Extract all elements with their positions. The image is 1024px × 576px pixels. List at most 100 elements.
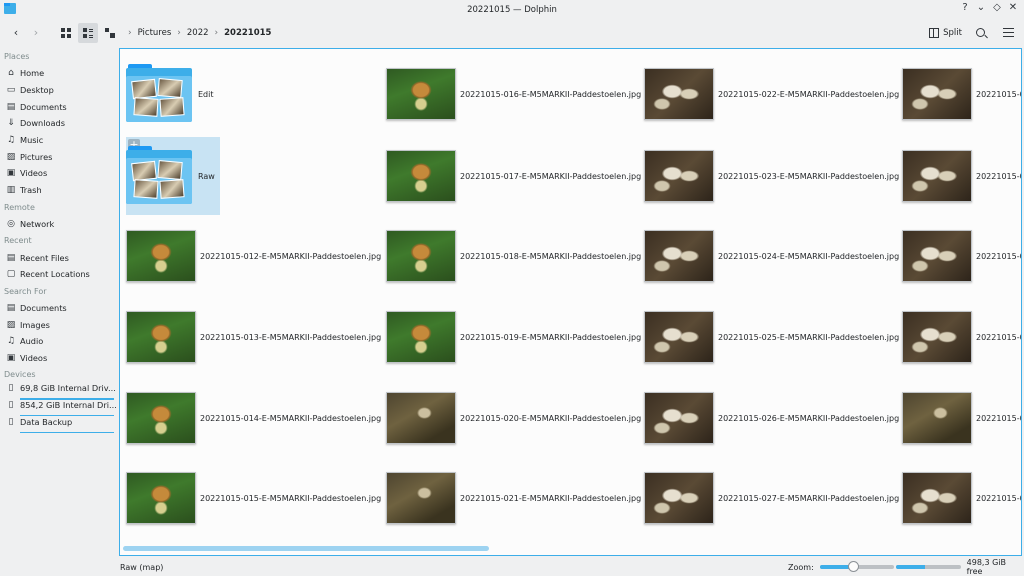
- recent-files-icon: ▤: [6, 252, 16, 263]
- file-item[interactable]: 20221015-019-E-M5MARKII-Paddestoelen.jpg: [386, 298, 641, 376]
- file-item[interactable]: 20221015-022-E-M5MARKII-Paddestoelen.jpg: [644, 55, 899, 133]
- file-item[interactable]: 20221015-0: [902, 298, 1021, 376]
- breadcrumb-pictures[interactable]: Pictures: [138, 28, 172, 38]
- image-thumbnail: [126, 392, 196, 444]
- file-name: 20221015-024-E-M5MARKII-Paddestoelen.jpg: [718, 251, 900, 261]
- file-name: Edit: [198, 89, 214, 99]
- file-item[interactable]: 20221015-025-E-M5MARKII-Paddestoelen.jpg: [644, 298, 899, 376]
- icons-view-icon: [61, 27, 71, 38]
- breadcrumb-2022[interactable]: 2022: [187, 28, 209, 38]
- file-item[interactable]: 20221015-0: [902, 459, 1022, 537]
- file-item[interactable]: 20221015-016-E-M5MARKII-Paddestoelen.jpg: [386, 55, 641, 133]
- file-name: 20221015-018-E-M5MARKII-Paddestoelen.jpg: [460, 251, 642, 261]
- file-name: 20221015-016-E-M5MARKII-Paddestoelen.jpg: [460, 89, 642, 99]
- zoom-label: Zoom:: [788, 562, 814, 572]
- search-documents-icon: ▤: [6, 302, 16, 313]
- file-item[interactable]: 20221015-020-E-M5MARKII-Paddestoelen.jpg: [386, 379, 641, 457]
- file-item[interactable]: 20221015-026-E-M5MARKII-Paddestoelen.jpg: [644, 379, 899, 457]
- menu-button[interactable]: [998, 23, 1018, 43]
- sidebar-item-music[interactable]: ♫ Music: [0, 132, 118, 149]
- device-row: ▯ Data Backup: [6, 416, 73, 427]
- hamburger-menu-icon: [1002, 28, 1014, 37]
- zoom-slider[interactable]: [819, 561, 894, 572]
- icons-view-button[interactable]: [56, 23, 76, 43]
- file-item[interactable]: 20221015-0: [902, 379, 1021, 457]
- sidebar-item-images[interactable]: ▨ Images: [0, 316, 118, 333]
- status-bar: Raw (map) Zoom: 498,3 GiB free: [0, 558, 1024, 576]
- file-name: 20221015-0: [976, 89, 1022, 99]
- drive-icon: ▯: [8, 416, 14, 427]
- file-item[interactable]: 20221015-013-E-M5MARKII-Paddestoelen.jpg: [126, 298, 381, 376]
- sidebar-item-69-8-gib-internal-driv[interactable]: ▯ 69,8 GiB Internal Driv...: [0, 383, 118, 400]
- image-thumbnail: [644, 311, 714, 363]
- image-thumbnail: [902, 230, 972, 282]
- sidebar-item-documents[interactable]: ▤ Documents: [0, 300, 118, 317]
- forward-icon: ›: [33, 26, 39, 39]
- sidebar-item-label: Trash: [20, 185, 42, 196]
- compact-view-button[interactable]: [78, 22, 98, 43]
- sidebar-item-downloads[interactable]: ⇓ Downloads: [0, 115, 118, 132]
- search-button[interactable]: [970, 23, 990, 43]
- home-icon: ⌂: [8, 68, 14, 79]
- sidebar-item-videos[interactable]: ▣ Videos: [0, 350, 118, 367]
- sidebar-item-network[interactable]: ◎ Network: [0, 216, 118, 233]
- search-audio-icon: ♫: [6, 336, 16, 347]
- file-name: 20221015-025-E-M5MARKII-Paddestoelen.jpg: [718, 332, 900, 342]
- image-thumbnail: [386, 311, 456, 363]
- file-name: 20221015-015-E-M5MARKII-Paddestoelen.jpg: [200, 493, 382, 503]
- sidebar-item-audio[interactable]: ♫ Audio: [0, 333, 118, 350]
- search-icon: [975, 28, 985, 37]
- file-name: 20221015-0: [976, 493, 1022, 503]
- sidebar-item-label: Downloads: [20, 118, 65, 129]
- downloads-icon: ⇓: [7, 118, 15, 129]
- breadcrumb-current[interactable]: 20221015: [224, 28, 271, 38]
- free-space-bar: [896, 565, 961, 569]
- sidebar-item-854-2-gib-internal-dri[interactable]: ▯ 854,2 GiB Internal Dri...: [0, 400, 118, 417]
- file-item[interactable]: 20221015-021-E-M5MARKII-Paddestoelen.jpg: [386, 459, 641, 537]
- folder-item[interactable]: + Raw: [126, 137, 220, 215]
- image-thumbnail: [386, 68, 456, 120]
- file-name: 20221015-021-E-M5MARKII-Paddestoelen.jpg: [460, 493, 642, 503]
- file-item[interactable]: 20221015-024-E-M5MARKII-Paddestoelen.jpg: [644, 217, 899, 295]
- free-space-indicator: 498,3 GiB free: [896, 558, 1024, 576]
- back-button[interactable]: ‹: [6, 23, 26, 43]
- forward-button[interactable]: ›: [26, 23, 46, 43]
- file-item[interactable]: 20221015-018-E-M5MARKII-Paddestoelen.jpg: [386, 217, 641, 295]
- sidebar-item-data-backup[interactable]: ▯ Data Backup: [0, 417, 118, 434]
- drive-icon: ▯: [8, 400, 14, 410]
- folder-item[interactable]: Edit: [126, 55, 214, 133]
- help-button[interactable]: ?: [960, 2, 970, 13]
- close-button[interactable]: ✕: [1008, 2, 1018, 13]
- file-item[interactable]: 20221015-023-E-M5MARKII-Paddestoelen.jpg: [644, 137, 899, 215]
- sidebar-item-desktop[interactable]: ▭ Desktop: [0, 82, 118, 99]
- file-item[interactable]: 20221015-0: [902, 137, 1021, 215]
- sidebar-item-home[interactable]: ⌂ Home: [0, 65, 118, 82]
- image-thumbnail: [126, 311, 196, 363]
- details-view-button[interactable]: [100, 23, 120, 43]
- sidebar-item-documents[interactable]: ▤ Documents: [0, 98, 118, 115]
- maximize-button[interactable]: ◇: [992, 2, 1002, 13]
- file-item[interactable]: 20221015-014-E-M5MARKII-Paddestoelen.jpg: [126, 379, 381, 457]
- sidebar-item-recent-locations[interactable]: ▢ Recent Locations: [0, 266, 118, 283]
- file-item[interactable]: 20221015-015-E-M5MARKII-Paddestoelen.jpg: [126, 459, 381, 537]
- split-button[interactable]: Split: [929, 27, 962, 38]
- file-item[interactable]: 20221015-027-E-M5MARKII-Paddestoelen.jpg: [644, 459, 899, 537]
- sidebar-item-label: Videos: [20, 168, 48, 179]
- file-item[interactable]: 20221015-012-E-M5MARKII-Paddestoelen.jpg: [126, 217, 381, 295]
- drive-icon: ▯: [8, 383, 14, 394]
- sidebar-item-videos[interactable]: ▣ Videos: [0, 165, 118, 182]
- minimize-button[interactable]: ⌄: [976, 2, 986, 13]
- music-icon: ♫: [6, 135, 16, 146]
- sidebar-item-pictures[interactable]: ▨ Pictures: [0, 148, 118, 165]
- sidebar-item-trash[interactable]: ▥ Trash: [0, 182, 118, 199]
- file-item[interactable]: 20221015-017-E-M5MARKII-Paddestoelen.jpg: [386, 137, 641, 215]
- horizontal-scrollbar[interactable]: [123, 546, 489, 551]
- file-name: 20221015-017-E-M5MARKII-Paddestoelen.jpg: [460, 171, 642, 181]
- file-view[interactable]: Edit + Raw 20221015-012-E-M5MARKII-Paddesto…: [119, 48, 1022, 556]
- zoom-control: Zoom:: [788, 558, 894, 576]
- sidebar-item-recent-files[interactable]: ▤ Recent Files: [0, 249, 118, 266]
- file-item[interactable]: 20221015-0: [902, 217, 1021, 295]
- sidebar-item-label: 69,8 GiB Internal Driv...: [20, 383, 116, 394]
- file-item[interactable]: 20221015-0: [902, 55, 1022, 133]
- zoom-slider-handle[interactable]: [848, 561, 860, 572]
